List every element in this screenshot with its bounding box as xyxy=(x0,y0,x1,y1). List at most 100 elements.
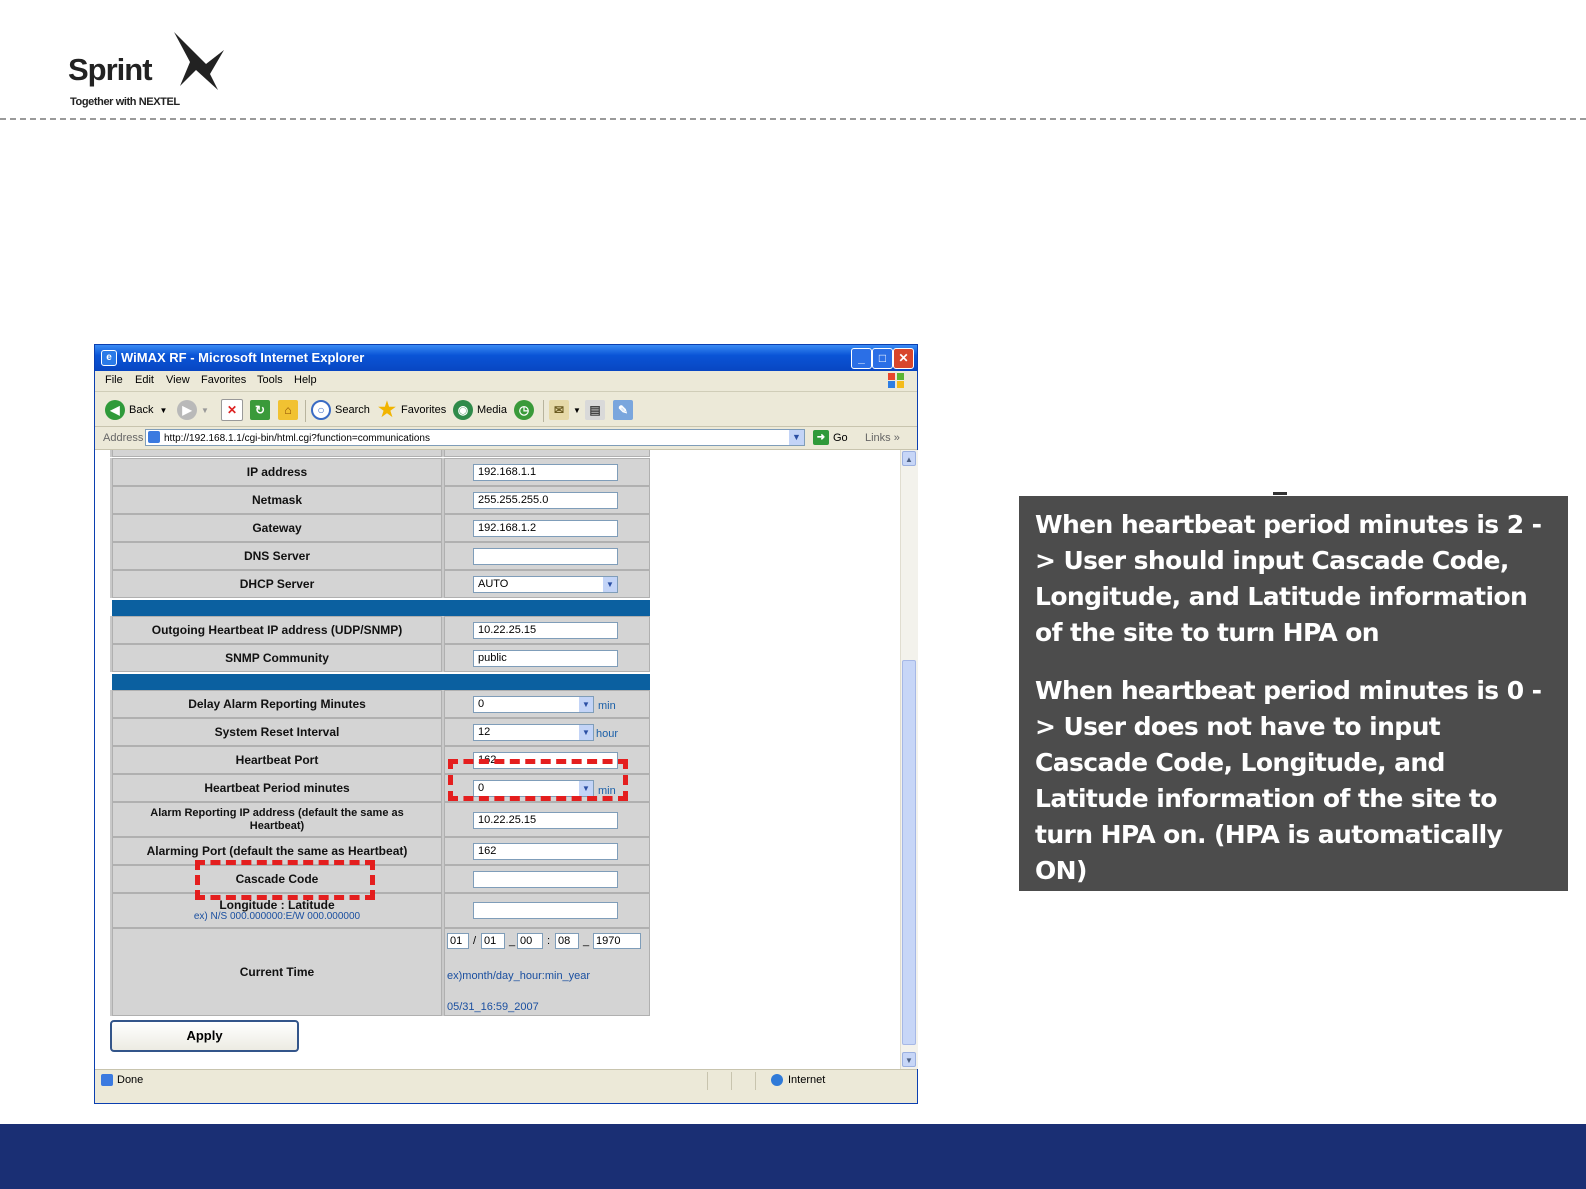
time-hour-input[interactable]: 00 xyxy=(517,933,543,949)
menu-view[interactable]: View xyxy=(166,374,190,386)
go-arrow-icon: ➜ xyxy=(813,430,829,445)
dhcp-server-select[interactable]: AUTO ▼ xyxy=(473,576,618,593)
heartbeat-period-highlight xyxy=(448,759,628,801)
ip-address-input[interactable]: 192.168.1.1 xyxy=(473,464,618,481)
delay-alarm-unit: min xyxy=(598,700,616,712)
minimize-button[interactable]: _ xyxy=(851,348,872,369)
forward-button[interactable]: ▶ ▼ xyxy=(177,399,209,421)
address-label: Address xyxy=(103,432,144,444)
menu-tools[interactable]: Tools xyxy=(257,374,283,386)
system-reset-unit: hour xyxy=(596,728,619,740)
outgoing-heartbeat-ip-input[interactable]: 10.22.25.15 xyxy=(473,622,618,639)
outgoing-heartbeat-ip-label: Outgoing Heartbeat IP address (UDP/SNMP) xyxy=(112,616,442,644)
maximize-button[interactable]: □ xyxy=(872,348,893,369)
time-month-input[interactable]: 01 xyxy=(447,933,469,949)
time-format-hint: ex)month/day_hour:min_year xyxy=(447,970,591,982)
history-button[interactable]: ◷ xyxy=(514,399,538,421)
callout-marker xyxy=(1273,492,1287,495)
scroll-thumb[interactable] xyxy=(902,660,916,1045)
table-row: DNS Server xyxy=(110,542,650,570)
standard-toolbar: ◀ Back ▼ ▶ ▼ ✕ ↻ ⌂ ○ Search ★ Favorites … xyxy=(95,392,917,427)
status-done: Done xyxy=(101,1074,143,1086)
system-reset-interval-select[interactable]: 12 ▼ xyxy=(473,724,594,741)
mail-button[interactable]: ✉ ▼ xyxy=(549,399,581,421)
time-year-input[interactable]: 1970 xyxy=(593,933,641,949)
time-day-input[interactable]: 01 xyxy=(481,933,505,949)
menu-favorites[interactable]: Favorites xyxy=(201,374,246,386)
chevron-down-icon: ▼ xyxy=(579,725,593,740)
longitude-latitude-input[interactable] xyxy=(473,902,618,919)
stop-button[interactable]: ✕ xyxy=(221,399,247,421)
table-row: DHCP Server AUTO ▼ xyxy=(110,570,650,598)
netmask-input[interactable]: 255.255.255.0 xyxy=(473,492,618,509)
snmp-community-input[interactable]: public xyxy=(473,650,618,667)
page-done-icon xyxy=(101,1074,113,1086)
back-label: Back xyxy=(129,404,154,416)
history-icon: ◷ xyxy=(514,400,534,420)
links-toolbar[interactable]: Links » xyxy=(865,432,900,444)
favorites-star-icon: ★ xyxy=(378,399,396,421)
header-divider xyxy=(0,118,1586,120)
media-button[interactable]: ◉ Media xyxy=(453,399,507,421)
footer-band xyxy=(0,1124,1586,1189)
table-row: Alarming Port (default the same as Heart… xyxy=(110,837,650,865)
ie-app-icon: e xyxy=(101,350,117,366)
current-time-reading: 05/31_16:59_2007 xyxy=(447,1001,539,1013)
home-button[interactable]: ⌂ xyxy=(278,399,302,421)
table-row: Alarm Reporting IP address (default the … xyxy=(110,802,650,837)
go-label: Go xyxy=(833,431,848,444)
alarm-reporting-ip-input[interactable]: 10.22.25.15 xyxy=(473,812,618,829)
cascade-code-highlight xyxy=(195,860,375,900)
back-dropdown-icon[interactable]: ▼ xyxy=(159,406,167,415)
browser-window: e WiMAX RF - Microsoft Internet Explorer… xyxy=(94,344,918,1104)
refresh-icon: ↻ xyxy=(250,400,270,420)
window-title: WiMAX RF - Microsoft Internet Explorer xyxy=(121,350,365,365)
delay-alarm-minutes-select[interactable]: 0 ▼ xyxy=(473,696,594,713)
table-row: SNMP Community public xyxy=(110,644,650,672)
address-input[interactable]: http://192.168.1.1/cgi-bin/html.cgi?func… xyxy=(145,429,805,446)
address-bar: Address http://192.168.1.1/cgi-bin/html.… xyxy=(95,427,917,450)
print-button[interactable]: ▤ xyxy=(585,399,609,421)
search-button[interactable]: ○ Search xyxy=(311,399,370,421)
media-globe-icon: ◉ xyxy=(453,400,473,420)
longitude-latitude-label: Longitude : Latitude xyxy=(219,897,335,912)
title-bar[interactable]: e WiMAX RF - Microsoft Internet Explorer… xyxy=(95,345,917,371)
address-dropdown-icon[interactable]: ▼ xyxy=(789,430,804,445)
edit-button[interactable]: ✎ xyxy=(613,399,637,421)
go-button[interactable]: ➜ Go xyxy=(813,430,848,445)
dns-server-input[interactable] xyxy=(473,548,618,565)
media-label: Media xyxy=(477,404,507,416)
favorites-button[interactable]: ★ Favorites xyxy=(377,399,446,421)
alarm-reporting-ip-label: Alarm Reporting IP address (default the … xyxy=(112,802,442,837)
heartbeat-period-label: Heartbeat Period minutes xyxy=(112,774,442,802)
longitude-latitude-hint: ex) N/S 000.000000:E/W 000.000000 xyxy=(193,910,361,922)
favorites-label: Favorites xyxy=(401,404,447,416)
heartbeat-port-label: Heartbeat Port xyxy=(112,746,442,774)
back-button[interactable]: ◀ Back ▼ xyxy=(105,399,167,421)
current-time-label: Current Time xyxy=(112,928,442,1016)
mail-dropdown-icon[interactable]: ▼ xyxy=(573,406,581,415)
windows-flag-icon xyxy=(888,373,904,388)
forward-dropdown-icon[interactable]: ▼ xyxy=(201,406,209,415)
callout-paragraph-0-minutes: When heartbeat period minutes is 0 -> Us… xyxy=(1035,676,1542,885)
menu-file[interactable]: File xyxy=(105,374,123,386)
close-button[interactable]: ✕ xyxy=(893,348,914,369)
dns-server-label: DNS Server xyxy=(112,542,442,570)
time-minute-input[interactable]: 08 xyxy=(555,933,579,949)
vertical-scrollbar[interactable]: ▲ ▼ xyxy=(900,450,918,1069)
refresh-button[interactable]: ↻ xyxy=(250,399,274,421)
print-icon: ▤ xyxy=(585,400,605,420)
system-reset-interval-label: System Reset Interval xyxy=(112,718,442,746)
menu-edit[interactable]: Edit xyxy=(135,374,154,386)
time-separator-colon: : xyxy=(547,935,551,947)
scroll-down-icon[interactable]: ▼ xyxy=(902,1052,916,1067)
cascade-code-input[interactable] xyxy=(473,871,618,888)
gateway-input[interactable]: 192.168.1.2 xyxy=(473,520,618,537)
alarming-port-input[interactable]: 162 xyxy=(473,843,618,860)
scroll-up-icon[interactable]: ▲ xyxy=(902,451,916,466)
mail-icon: ✉ xyxy=(549,400,569,420)
apply-button[interactable]: Apply xyxy=(110,1020,299,1052)
toolbar-separator xyxy=(305,400,306,422)
chevron-down-icon: ▼ xyxy=(603,577,617,592)
menu-help[interactable]: Help xyxy=(294,374,317,386)
